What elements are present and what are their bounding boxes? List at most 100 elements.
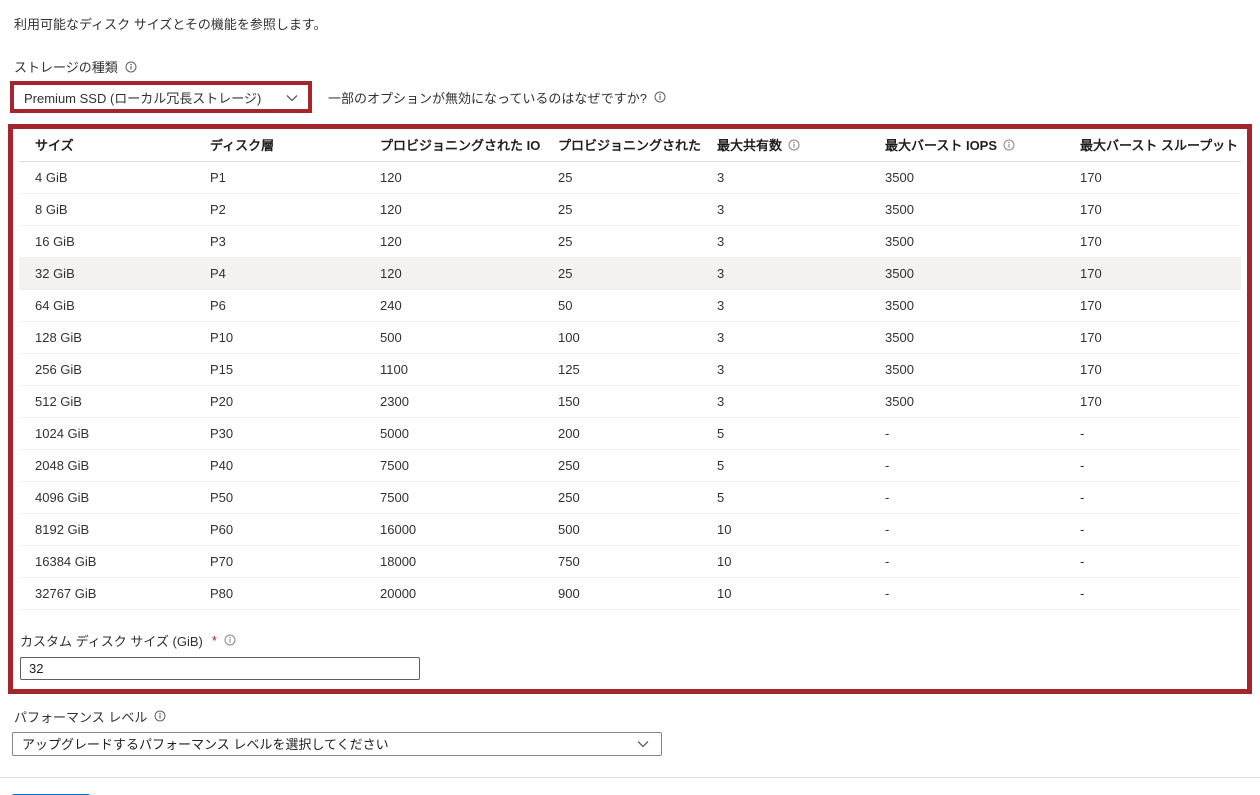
table-row[interactable]: 64 GiB P6 240 50 3 3500 170: [19, 289, 1241, 322]
table-row[interactable]: 4 GiB P1 120 25 3 3500 170: [19, 161, 1241, 194]
table-cell: P3: [194, 225, 364, 258]
table-cell: 3500: [869, 289, 1064, 322]
performance-level-info-icon[interactable]: [154, 710, 166, 722]
table-row[interactable]: 2048 GiB P40 7500 250 5- -: [19, 449, 1241, 482]
disk-size-annotated-region: サイズ ディスク層 プロビジョニングされた IO… プロビジョニングされたスル……: [8, 124, 1252, 694]
table-cell: P50: [194, 481, 364, 514]
table-cell: -: [869, 481, 1064, 514]
column-header-provisioned-throughput: プロビジョニングされたスル…: [542, 129, 701, 162]
table-cell: -: [1064, 545, 1241, 578]
table-cell: -: [1064, 449, 1241, 482]
table-cell: 18000: [364, 545, 542, 578]
table-cell: 120: [364, 257, 542, 290]
table-cell: P30: [194, 417, 364, 450]
table-cell: 7500: [364, 449, 542, 482]
table-row[interactable]: 512 GiB P20 2300 150 3 3500 170: [19, 385, 1241, 418]
table-row[interactable]: 16384 GiB P70 18000 750 10- -: [19, 545, 1241, 578]
table-cell: 120: [364, 193, 542, 226]
column-header-disk-tier: ディスク層: [194, 129, 364, 162]
table-cell: 3500: [869, 321, 1064, 354]
table-row[interactable]: 32767 GiB P80 20000 900 10- -: [19, 577, 1241, 610]
table-cell: 250: [542, 449, 701, 482]
table-cell: 16000: [364, 513, 542, 546]
table-cell: 128 GiB: [19, 321, 194, 354]
table-cell: 750: [542, 545, 701, 578]
column-header-provisioned-iops: プロビジョニングされた IO…: [364, 129, 542, 162]
storage-type-info-icon[interactable]: [125, 61, 137, 73]
storage-type-dropdown[interactable]: Premium SSD (ローカル冗長ストレージ): [10, 81, 312, 113]
table-row[interactable]: 16 GiB P3 120 25 3 3500 170: [19, 225, 1241, 258]
table-cell: 25: [542, 257, 701, 290]
column-header-max-shares: 最大共有数: [701, 129, 869, 162]
custom-disk-size-info-icon[interactable]: [224, 634, 236, 646]
table-cell: P10: [194, 321, 364, 354]
table-cell: -: [869, 449, 1064, 482]
table-cell: 3500: [869, 193, 1064, 226]
table-row[interactable]: 8 GiB P2 120 25 3 3500 170: [19, 193, 1241, 226]
table-cell: 3500: [869, 353, 1064, 386]
table-cell: 7500: [364, 481, 542, 514]
table-cell: 10: [701, 513, 869, 546]
custom-disk-size-label: カスタム ディスク サイズ (GiB): [20, 633, 203, 649]
required-asterisk: *: [211, 632, 217, 648]
table-cell: P15: [194, 353, 364, 386]
table-cell: 4096 GiB: [19, 481, 194, 514]
storage-type-label: ストレージの種類: [14, 60, 118, 75]
max-shares-info-icon[interactable]: [788, 139, 800, 151]
table-cell: 20000: [364, 577, 542, 610]
table-cell: 170: [1064, 225, 1241, 258]
max-burst-iops-info-icon[interactable]: [1003, 139, 1015, 151]
table-cell: 500: [364, 321, 542, 354]
disabled-options-help-text: 一部のオプションが無効になっているのはなぜですか?: [328, 90, 647, 106]
performance-level-dropdown[interactable]: アップグレードするパフォーマンス レベルを選択してください: [12, 731, 662, 756]
table-cell: -: [1064, 481, 1241, 514]
table-cell: P80: [194, 577, 364, 610]
table-cell: 240: [364, 289, 542, 322]
table-cell: P40: [194, 449, 364, 482]
table-cell: 120: [364, 225, 542, 258]
chevron-down-icon: [637, 736, 649, 751]
table-cell: 3: [701, 353, 869, 386]
table-cell: 170: [1064, 161, 1241, 194]
table-cell: 2300: [364, 385, 542, 418]
performance-level-label: パフォーマンス レベル: [14, 709, 148, 725]
table-cell: 170: [1064, 257, 1241, 290]
table-cell: 25: [542, 161, 701, 194]
table-row[interactable]: 128 GiB P10 500 100 3 3500 170: [19, 321, 1241, 354]
table-cell: -: [1064, 577, 1241, 610]
table-row[interactable]: 4096 GiB P50 7500 250 5- -: [19, 481, 1241, 514]
intro-text: 利用可能なディスク サイズとその機能を参照します。: [14, 17, 327, 32]
table-cell: 32 GiB: [19, 257, 194, 290]
table-cell: 5: [701, 481, 869, 514]
disabled-options-info-icon[interactable]: [654, 91, 666, 103]
table-row[interactable]: 32 GiB P4 120 25 3 3500 170: [19, 257, 1241, 290]
table-cell: P70: [194, 545, 364, 578]
table-cell: 64 GiB: [19, 289, 194, 322]
table-cell: P6: [194, 289, 364, 322]
footer-divider: [0, 776, 1260, 778]
table-cell: 512 GiB: [19, 385, 194, 418]
table-cell: 3: [701, 289, 869, 322]
table-row[interactable]: 256 GiB P15 1100 125 3 3500 170: [19, 353, 1241, 386]
table-cell: 170: [1064, 193, 1241, 226]
table-row[interactable]: 1024 GiB P30 5000 200 5- -: [19, 417, 1241, 450]
table-cell: 3: [701, 385, 869, 418]
table-cell: 1100: [364, 353, 542, 386]
table-cell: 3: [701, 225, 869, 258]
table-cell: P2: [194, 193, 364, 226]
table-cell: 5: [701, 417, 869, 450]
table-cell: 16384 GiB: [19, 545, 194, 578]
custom-disk-size-input[interactable]: [20, 656, 420, 680]
table-cell: P4: [194, 257, 364, 290]
table-cell: 8192 GiB: [19, 513, 194, 546]
table-cell: -: [869, 577, 1064, 610]
table-cell: 10: [701, 577, 869, 610]
table-cell: 10: [701, 545, 869, 578]
table-cell: 500: [542, 513, 701, 546]
table-row[interactable]: 8192 GiB P60 16000 500 10- -: [19, 513, 1241, 546]
table-cell: 3: [701, 161, 869, 194]
table-cell: 50: [542, 289, 701, 322]
table-cell: 3: [701, 193, 869, 226]
table-cell: 150: [542, 385, 701, 418]
table-cell: 32767 GiB: [19, 577, 194, 610]
